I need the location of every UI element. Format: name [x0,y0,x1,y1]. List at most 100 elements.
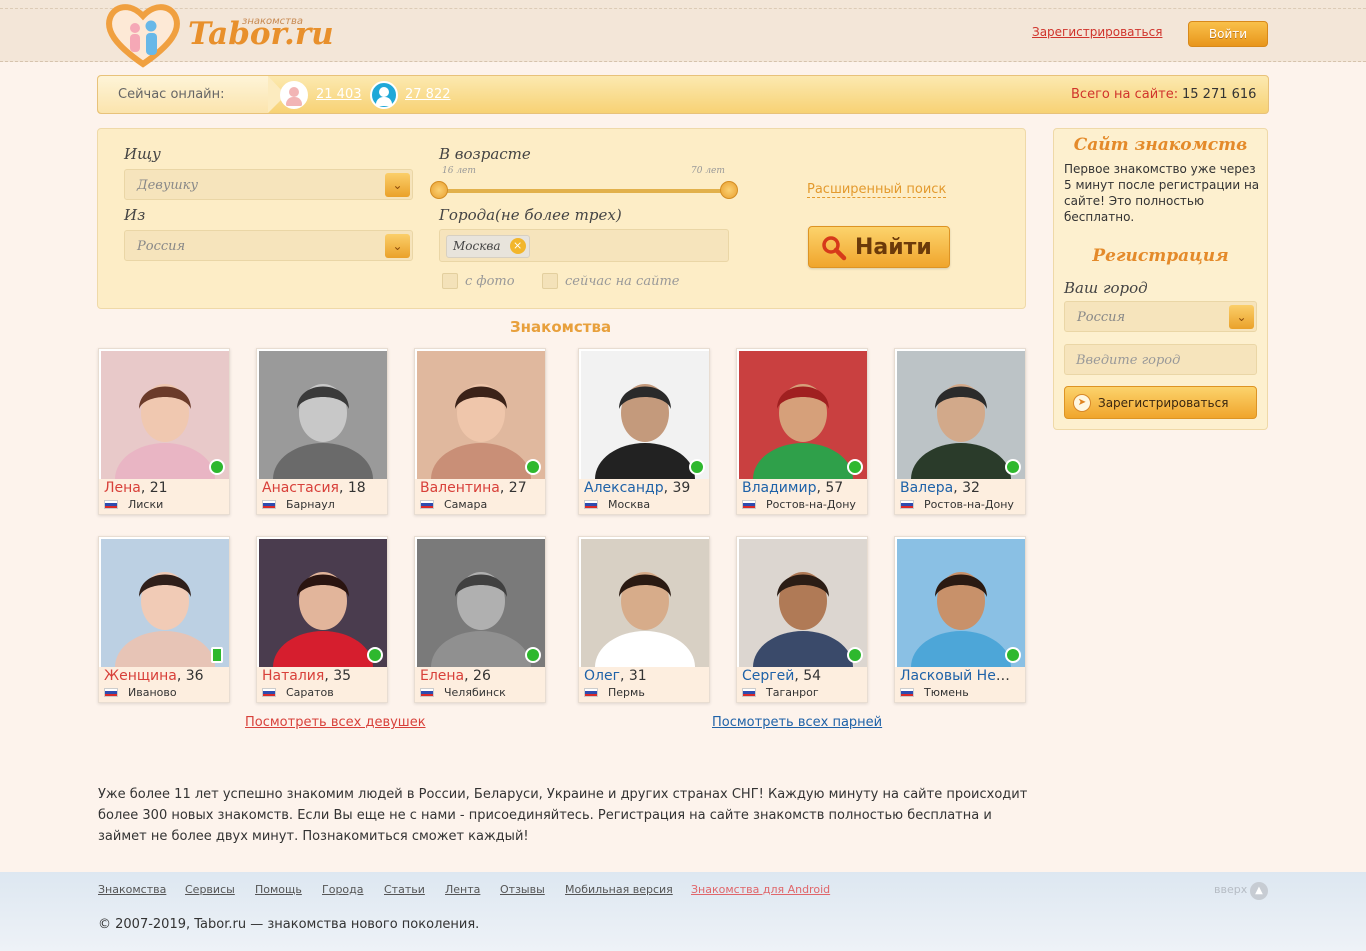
find-button[interactable]: Найти [808,226,950,268]
profile-name[interactable]: Лена, 21 [104,480,226,496]
section-title: Знакомства [510,318,612,336]
profile-photo[interactable] [581,539,709,667]
russia-flag-icon [742,500,756,509]
profile-name[interactable]: Елена, 26 [420,668,542,684]
profile-first-name[interactable]: Валентина [420,480,500,496]
footer: Знакомства Сервисы Помощь Города Статьи … [0,872,1366,951]
profile-card[interactable]: Олег, 31 Пермь [578,536,710,703]
footer-link-articles[interactable]: Статьи [384,883,425,896]
profile-city: Пермь [608,686,645,699]
profile-photo-image [739,539,867,667]
footer-link-android[interactable]: Знакомства для Android [691,883,830,896]
footer-link-feed[interactable]: Лента [445,883,480,896]
footer-link-services[interactable]: Сервисы [185,883,235,896]
login-button[interactable]: Войти [1188,21,1268,47]
android-icon [847,459,863,475]
profile-first-name[interactable]: Лена [104,480,141,496]
profile-photo[interactable] [101,351,229,479]
profile-name[interactable]: Олег, 31 [584,668,706,684]
site-logo[interactable]: знакомства Tabor.ru [104,2,344,68]
profile-first-name[interactable]: Александр [584,480,664,496]
footer-link-cities[interactable]: Города [322,883,364,896]
looking-for-select[interactable]: Девушку ⌄ [124,169,413,200]
profile-card[interactable]: Валера, 32 Ростов-на-Дону [894,348,1026,515]
age-max-handle[interactable] [720,181,738,199]
profile-first-name[interactable]: Елена [420,668,464,684]
see-all-women-link[interactable]: Посмотреть всех девушек [245,715,426,730]
profile-photo[interactable] [417,539,545,667]
profile-card[interactable]: Елена, 26 Челябинск [414,536,546,703]
footer-link-help[interactable]: Помощь [255,883,302,896]
online-now-checkbox[interactable] [542,273,558,289]
sidebar-register-button[interactable]: ➤ Зарегистрироваться [1064,386,1257,419]
profile-first-name[interactable]: Анастасия [262,480,339,496]
profile-card[interactable]: Женщина, 36 Иваново [98,536,230,703]
advanced-search-link[interactable]: Расширенный поиск [807,182,947,198]
profile-info: Владимир, 57 Ростов-на-Дону [737,479,867,514]
profile-name[interactable]: Владимир, 57 [742,480,864,496]
country-select[interactable]: Россия ⌄ [124,230,413,261]
profile-card[interactable]: Александр, 39 Москва [578,348,710,515]
heart-logo-icon [106,4,180,68]
profile-name[interactable]: Женщина, 36 [104,668,226,684]
profile-info: Олег, 31 Пермь [579,667,709,702]
top-header: знакомства Tabor.ru Зарегистрироваться В… [0,0,1366,68]
profile-card[interactable]: Сергей, 54 Таганрог [736,536,868,703]
online-label: Сейчас онлайн: [118,87,225,102]
age-min-handle[interactable] [430,181,448,199]
profile-photo-image [259,351,387,479]
profile-name[interactable]: Валера, 32 [900,480,1022,496]
profile-first-name[interactable]: Владимир [742,480,816,496]
with-photo-checkbox[interactable] [442,273,458,289]
profile-card[interactable]: Ласковый Нежн... Тюмень [894,536,1026,703]
profile-photo[interactable] [739,351,867,479]
profile-first-name[interactable]: Олег [584,668,620,684]
age-slider-track[interactable] [439,189,728,193]
profile-name[interactable]: Анастасия, 18 [262,480,384,496]
sidebar-register-label: Зарегистрироваться [1098,396,1229,410]
city-input[interactable]: Введите город [1064,344,1257,375]
profile-first-name[interactable]: Наталия [262,668,324,684]
profile-name[interactable]: Наталия, 35 [262,668,384,684]
profile-name[interactable]: Ласковый Нежн... [900,668,1022,684]
profile-photo-image [417,539,545,667]
profile-first-name[interactable]: Женщина [104,668,177,684]
sidebar-country-select[interactable]: Россия ⌄ [1064,301,1257,332]
profile-photo[interactable] [897,539,1025,667]
register-link[interactable]: Зарегистрироваться [1032,25,1162,39]
profile-photo[interactable] [897,351,1025,479]
android-icon [1005,647,1021,663]
profile-first-name[interactable]: Валера [900,480,953,496]
profile-first-name[interactable]: Ласковый Нежн... [900,668,1022,684]
women-online-count[interactable]: 21 403 [316,87,362,102]
men-online-count[interactable]: 27 822 [405,87,451,102]
profile-name[interactable]: Александр, 39 [584,480,706,496]
profile-card[interactable]: Наталия, 35 Саратов [256,536,388,703]
profile-photo[interactable] [259,351,387,479]
from-label: Из [124,206,146,224]
footer-link-reviews[interactable]: Отзывы [500,883,545,896]
profile-photo[interactable] [581,351,709,479]
profile-photo[interactable] [101,539,229,667]
scroll-up-label[interactable]: вверх [1214,883,1247,896]
profile-age: , 18 [338,480,366,496]
russia-flag-icon [420,688,434,697]
arrow-up-icon[interactable]: ▲ [1250,882,1268,900]
profile-photo[interactable] [259,539,387,667]
russia-flag-icon [900,688,914,697]
profile-card[interactable]: Анастасия, 18 Барнаул [256,348,388,515]
cities-input[interactable]: Москва × [439,229,729,262]
profile-name[interactable]: Валентина, 27 [420,480,542,496]
remove-tag-icon[interactable]: × [509,238,526,254]
see-all-men-link[interactable]: Посмотреть всех парней [712,715,882,730]
footer-link-mobile[interactable]: Мобильная версия [565,883,673,896]
profile-card[interactable]: Лена, 21 Лиски [98,348,230,515]
profile-name[interactable]: Сергей, 54 [742,668,864,684]
profile-card[interactable]: Владимир, 57 Ростов-на-Дону [736,348,868,515]
android-icon [1005,459,1021,475]
footer-link-dating[interactable]: Знакомства [98,883,166,896]
profile-first-name[interactable]: Сергей [742,668,794,684]
profile-photo[interactable] [739,539,867,667]
profile-photo[interactable] [417,351,545,479]
profile-card[interactable]: Валентина, 27 Самара [414,348,546,515]
